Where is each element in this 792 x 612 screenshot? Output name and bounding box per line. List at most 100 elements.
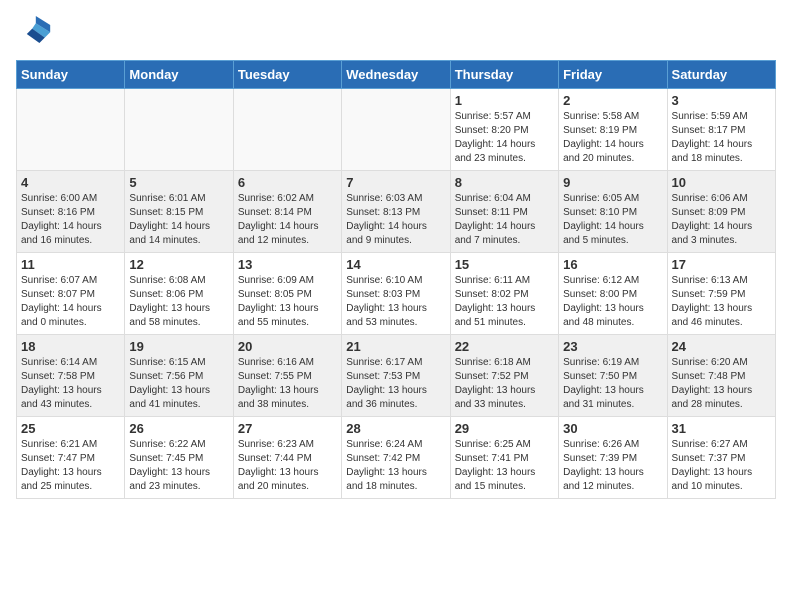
- header-day-monday: Monday: [125, 61, 233, 89]
- day-number: 8: [455, 175, 554, 190]
- calendar-cell: 30 Sunrise: 6:26 AM Sunset: 7:39 PM Dayli…: [559, 417, 667, 499]
- day-info: Sunrise: 6:01 AM Sunset: 8:15 PM Dayligh…: [129, 192, 228, 248]
- calendar-cell: [17, 89, 125, 171]
- day-number: 17: [672, 257, 771, 272]
- calendar-cell: 24Sunrise: 6:20 AM Sunset: 7:48 PM Dayli…: [667, 335, 775, 417]
- day-info: Sunrise: 6:02 AM Sunset: 8:14 PM Dayligh…: [238, 192, 337, 248]
- day-number: 15: [455, 257, 554, 272]
- calendar-table: SundayMondayTuesdayWednesdayThursdayFrid…: [16, 60, 776, 499]
- calendar-cell: 3 Sunrise: 5:59 AM Sunset: 8:17 PM Daylig…: [667, 89, 775, 171]
- day-number: 20: [238, 339, 337, 354]
- day-info: Sunrise: 6:00 AM Sunset: 8:16 PM Dayligh…: [21, 192, 120, 248]
- calendar-cell: 2 Sunrise: 5:58 AM Sunset: 8:19 PM Daylig…: [559, 89, 667, 171]
- calendar-cell: 8Sunrise: 6:04 AM Sunset: 8:11 PM Daylig…: [450, 171, 558, 253]
- day-number: 26: [129, 421, 228, 436]
- header-day-thursday: Thursday: [450, 61, 558, 89]
- week-row-4: 25Sunrise: 6:21 AM Sunset: 7:47 PM Dayli…: [17, 417, 776, 499]
- header-day-tuesday: Tuesday: [233, 61, 341, 89]
- calendar-cell: 13 Sunrise: 6:09 AM Sunset: 8:05 PM Dayli…: [233, 253, 341, 335]
- day-info: Sunrise: 5:57 AM Sunset: 8:20 PM Dayligh…: [455, 110, 554, 166]
- day-number: 29: [455, 421, 554, 436]
- logo: [16, 16, 56, 52]
- day-number: 16: [563, 257, 662, 272]
- day-info: Sunrise: 6:17 AM Sunset: 7:53 PM Dayligh…: [346, 356, 445, 412]
- page-header: [16, 16, 776, 52]
- day-number: 10: [672, 175, 771, 190]
- day-number: 3: [672, 93, 771, 108]
- calendar-cell: 20 Sunrise: 6:16 AM Sunset: 7:55 PM Dayli…: [233, 335, 341, 417]
- day-number: 18: [21, 339, 120, 354]
- calendar-cell: [125, 89, 233, 171]
- day-number: 27: [238, 421, 337, 436]
- day-number: 4: [21, 175, 120, 190]
- day-number: 30: [563, 421, 662, 436]
- day-info: Sunrise: 5:59 AM Sunset: 8:17 PM Dayligh…: [672, 110, 771, 166]
- header-day-friday: Friday: [559, 61, 667, 89]
- calendar-cell: 14 Sunrise: 6:10 AM Sunset: 8:03 PM Dayli…: [342, 253, 450, 335]
- day-number: 13: [238, 257, 337, 272]
- calendar-cell: 12 Sunrise: 6:08 AM Sunset: 8:06 PM Dayli…: [125, 253, 233, 335]
- day-info: Sunrise: 6:14 AM Sunset: 7:58 PM Dayligh…: [21, 356, 120, 412]
- calendar-cell: 4 Sunrise: 6:00 AM Sunset: 8:16 PM Daylig…: [17, 171, 125, 253]
- calendar-cell: 19 Sunrise: 6:15 AM Sunset: 7:56 PM Dayli…: [125, 335, 233, 417]
- day-info: Sunrise: 6:19 AM Sunset: 7:50 PM Dayligh…: [563, 356, 662, 412]
- header-day-saturday: Saturday: [667, 61, 775, 89]
- day-number: 11: [21, 257, 120, 272]
- day-info: Sunrise: 6:13 AM Sunset: 7:59 PM Dayligh…: [672, 274, 771, 330]
- day-info: Sunrise: 6:18 AM Sunset: 7:52 PM Dayligh…: [455, 356, 554, 412]
- calendar-cell: 7 Sunrise: 6:03 AM Sunset: 8:13 PM Daylig…: [342, 171, 450, 253]
- header-row: SundayMondayTuesdayWednesdayThursdayFrid…: [17, 61, 776, 89]
- calendar-cell: 17 Sunrise: 6:13 AM Sunset: 7:59 PM Dayli…: [667, 253, 775, 335]
- calendar-cell: 29 Sunrise: 6:25 AM Sunset: 7:41 PM Dayli…: [450, 417, 558, 499]
- day-info: Sunrise: 6:22 AM Sunset: 7:45 PM Dayligh…: [129, 438, 228, 494]
- calendar-cell: 27Sunrise: 6:23 AM Sunset: 7:44 PM Dayli…: [233, 417, 341, 499]
- calendar-cell: 25Sunrise: 6:21 AM Sunset: 7:47 PM Dayli…: [17, 417, 125, 499]
- day-info: Sunrise: 6:26 AM Sunset: 7:39 PM Dayligh…: [563, 438, 662, 494]
- week-row-2: 11Sunrise: 6:07 AM Sunset: 8:07 PM Dayli…: [17, 253, 776, 335]
- day-info: Sunrise: 6:09 AM Sunset: 8:05 PM Dayligh…: [238, 274, 337, 330]
- header-day-wednesday: Wednesday: [342, 61, 450, 89]
- calendar-cell: 6Sunrise: 6:02 AM Sunset: 8:14 PM Daylig…: [233, 171, 341, 253]
- calendar-cell: 26 Sunrise: 6:22 AM Sunset: 7:45 PM Dayli…: [125, 417, 233, 499]
- day-info: Sunrise: 6:15 AM Sunset: 7:56 PM Dayligh…: [129, 356, 228, 412]
- header-day-sunday: Sunday: [17, 61, 125, 89]
- day-number: 9: [563, 175, 662, 190]
- calendar-cell: 16 Sunrise: 6:12 AM Sunset: 8:00 PM Dayli…: [559, 253, 667, 335]
- calendar-cell: 18 Sunrise: 6:14 AM Sunset: 7:58 PM Dayli…: [17, 335, 125, 417]
- day-number: 28: [346, 421, 445, 436]
- day-info: Sunrise: 6:16 AM Sunset: 7:55 PM Dayligh…: [238, 356, 337, 412]
- day-number: 7: [346, 175, 445, 190]
- day-info: Sunrise: 6:10 AM Sunset: 8:03 PM Dayligh…: [346, 274, 445, 330]
- day-info: Sunrise: 6:12 AM Sunset: 8:00 PM Dayligh…: [563, 274, 662, 330]
- day-info: Sunrise: 6:27 AM Sunset: 7:37 PM Dayligh…: [672, 438, 771, 494]
- day-number: 22: [455, 339, 554, 354]
- day-info: Sunrise: 6:24 AM Sunset: 7:42 PM Dayligh…: [346, 438, 445, 494]
- calendar-cell: 22 Sunrise: 6:18 AM Sunset: 7:52 PM Dayli…: [450, 335, 558, 417]
- day-info: Sunrise: 6:11 AM Sunset: 8:02 PM Dayligh…: [455, 274, 554, 330]
- calendar-cell: 15 Sunrise: 6:11 AM Sunset: 8:02 PM Dayli…: [450, 253, 558, 335]
- calendar-cell: 11Sunrise: 6:07 AM Sunset: 8:07 PM Dayli…: [17, 253, 125, 335]
- calendar-cell: 5 Sunrise: 6:01 AM Sunset: 8:15 PM Daylig…: [125, 171, 233, 253]
- calendar-cell: 9 Sunrise: 6:05 AM Sunset: 8:10 PM Daylig…: [559, 171, 667, 253]
- day-info: Sunrise: 6:25 AM Sunset: 7:41 PM Dayligh…: [455, 438, 554, 494]
- day-info: Sunrise: 6:20 AM Sunset: 7:48 PM Dayligh…: [672, 356, 771, 412]
- day-info: Sunrise: 5:58 AM Sunset: 8:19 PM Dayligh…: [563, 110, 662, 166]
- day-info: Sunrise: 6:05 AM Sunset: 8:10 PM Dayligh…: [563, 192, 662, 248]
- calendar-body: 1 Sunrise: 5:57 AM Sunset: 8:20 PM Daylig…: [17, 89, 776, 499]
- calendar-cell: 28 Sunrise: 6:24 AM Sunset: 7:42 PM Dayli…: [342, 417, 450, 499]
- calendar-cell: [233, 89, 341, 171]
- calendar-cell: 1 Sunrise: 5:57 AM Sunset: 8:20 PM Daylig…: [450, 89, 558, 171]
- day-number: 12: [129, 257, 228, 272]
- calendar-cell: 23Sunrise: 6:19 AM Sunset: 7:50 PM Dayli…: [559, 335, 667, 417]
- calendar-cell: 31Sunrise: 6:27 AM Sunset: 7:37 PM Dayli…: [667, 417, 775, 499]
- day-number: 19: [129, 339, 228, 354]
- day-number: 21: [346, 339, 445, 354]
- day-info: Sunrise: 6:08 AM Sunset: 8:06 PM Dayligh…: [129, 274, 228, 330]
- day-number: 14: [346, 257, 445, 272]
- day-number: 25: [21, 421, 120, 436]
- day-number: 2: [563, 93, 662, 108]
- week-row-1: 4 Sunrise: 6:00 AM Sunset: 8:16 PM Daylig…: [17, 171, 776, 253]
- day-number: 1: [455, 93, 554, 108]
- day-info: Sunrise: 6:03 AM Sunset: 8:13 PM Dayligh…: [346, 192, 445, 248]
- day-number: 5: [129, 175, 228, 190]
